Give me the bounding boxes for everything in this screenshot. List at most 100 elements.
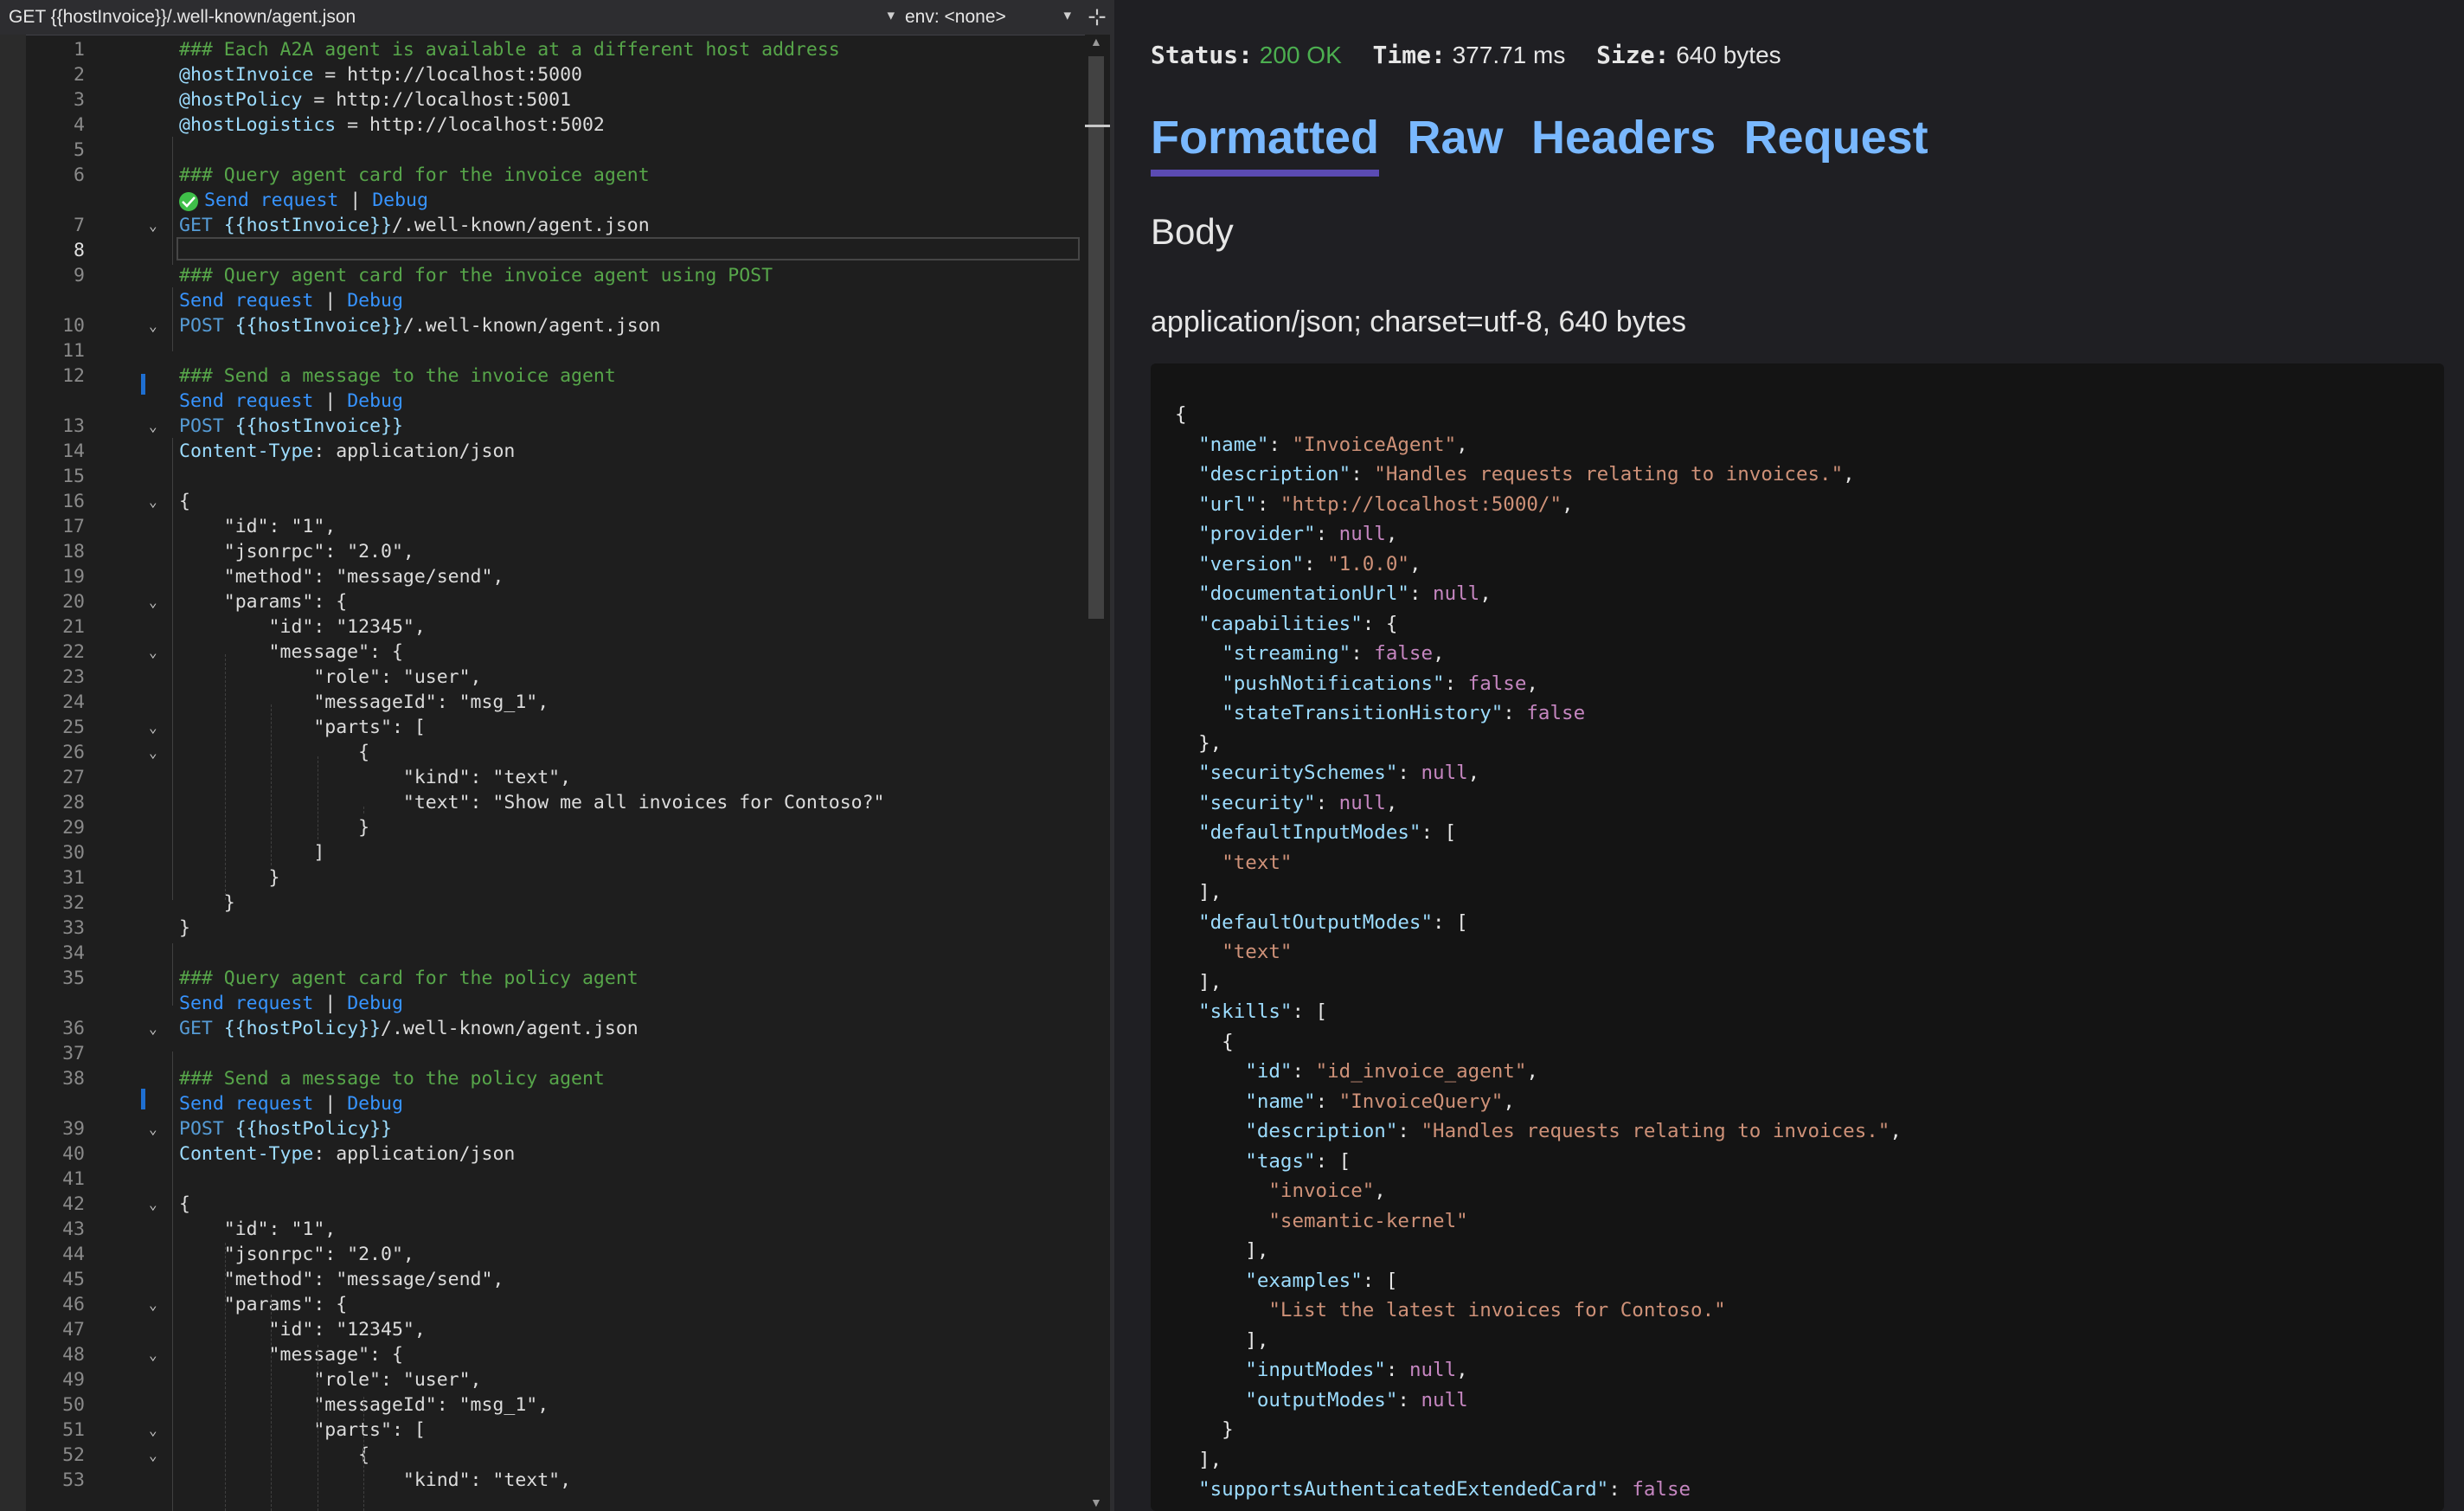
send-request-link[interactable]: Send request xyxy=(179,993,313,1014)
fold-chevron-icon[interactable]: ⌄ xyxy=(149,1443,166,1468)
code-line[interactable]: 51 ⌄ "parts": [ xyxy=(0,1418,1081,1443)
code-line[interactable]: 43 "id": "1", xyxy=(0,1217,1081,1242)
environment-selector[interactable]: env: <none> ▾ xyxy=(905,7,1078,29)
code-line[interactable]: 48 ⌄ "message": { xyxy=(0,1342,1081,1367)
tab-raw[interactable]: Raw xyxy=(1407,107,1503,168)
code-line[interactable]: 26 ⌄ { xyxy=(0,740,1081,765)
code-line[interactable]: 14 Content-Type: application/json xyxy=(0,439,1081,464)
code-line[interactable]: 27 "kind": "text", xyxy=(0,765,1081,790)
code-line[interactable]: 41 xyxy=(0,1167,1081,1192)
code-line[interactable]: 5 xyxy=(0,138,1081,163)
send-request-link[interactable]: Send request xyxy=(179,390,313,412)
code-line[interactable]: 24 "messageId": "msg_1", xyxy=(0,690,1081,715)
fold-chevron-icon[interactable]: ⌄ xyxy=(149,414,166,439)
code-area[interactable]: 1 ### Each A2A agent is available at a di… xyxy=(0,35,1081,1511)
code-line[interactable]: 28 "text": "Show me all invoices for Con… xyxy=(0,790,1081,815)
code-line[interactable]: 40 Content-Type: application/json xyxy=(0,1141,1081,1167)
fold-chevron-icon[interactable]: ⌄ xyxy=(149,589,166,614)
code-line[interactable]: 31 } xyxy=(0,865,1081,891)
code-line[interactable]: 50 "messageId": "msg_1", xyxy=(0,1392,1081,1418)
fold-chevron-icon[interactable]: ⌄ xyxy=(149,640,166,665)
code-line[interactable]: 21 "id": "12345", xyxy=(0,614,1081,640)
fold-chevron-icon[interactable]: ⌄ xyxy=(149,715,166,740)
code-line[interactable]: 17 "id": "1", xyxy=(0,514,1081,539)
code-line[interactable]: 29 } xyxy=(0,815,1081,840)
code-line[interactable]: 3 @hostPolicy = http://localhost:5001 xyxy=(0,87,1081,113)
codelens-row[interactable]: Send request | Debug xyxy=(0,991,1081,1016)
code-line[interactable]: 11 xyxy=(0,338,1081,363)
code-line[interactable]: 16 ⌄ { xyxy=(0,489,1081,514)
code-line[interactable]: 30 ] xyxy=(0,840,1081,865)
indent-guide xyxy=(172,287,173,351)
editor-pane[interactable]: GET {{hostInvoice}}/.well-known/agent.js… xyxy=(0,0,1110,1511)
code-line[interactable]: 49 "role": "user", xyxy=(0,1367,1081,1392)
debug-link[interactable]: Debug xyxy=(347,290,403,312)
debug-link[interactable]: Debug xyxy=(347,390,403,412)
fold-chevron-icon[interactable]: ⌄ xyxy=(149,1292,166,1317)
code-line[interactable]: 12 ### Send a message to the invoice agen… xyxy=(0,363,1081,389)
code-line[interactable]: 42 ⌄ { xyxy=(0,1192,1081,1217)
code-line[interactable]: 36 ⌄ GET {{hostPolicy}}/.well-known/agent.… xyxy=(0,1016,1081,1041)
send-request-link[interactable]: Send request xyxy=(204,190,338,211)
scroll-down-icon[interactable]: ▼ xyxy=(1090,1495,1102,1509)
code-line[interactable]: 46 ⌄ "params": { xyxy=(0,1292,1081,1317)
tab-formatted[interactable]: Formatted xyxy=(1151,107,1380,177)
code-line[interactable]: 52 ⌄ { xyxy=(0,1443,1081,1468)
codelens-row[interactable]: Send request | Debug xyxy=(0,188,1081,213)
code-line[interactable]: 38 ### Send a message to the policy agent xyxy=(0,1066,1081,1091)
send-request-link[interactable]: Send request xyxy=(179,1093,313,1115)
fold-chevron-icon[interactable]: ⌄ xyxy=(149,489,166,514)
split-editor-icon[interactable]: ⊹ xyxy=(1085,3,1109,30)
fold-chevron-icon[interactable]: ⌄ xyxy=(149,740,166,765)
chevron-down-icon[interactable]: ▾ xyxy=(1063,7,1071,24)
send-request-link[interactable]: Send request xyxy=(179,290,313,312)
code-line[interactable]: 13 ⌄ POST {{hostInvoice}} xyxy=(0,414,1081,439)
code-line[interactable]: 19 "method": "message/send", xyxy=(0,564,1081,589)
code-line[interactable]: 7 ⌄ GET {{hostInvoice}}/.well-known/agent.… xyxy=(0,213,1081,238)
code-line[interactable]: 23 "role": "user", xyxy=(0,665,1081,690)
code-line[interactable]: 2 @hostInvoice = http://localhost:5000 xyxy=(0,62,1081,87)
fold-chevron-icon[interactable]: ⌄ xyxy=(149,213,166,238)
code-line[interactable]: 1 ### Each A2A agent is available at a di… xyxy=(0,37,1081,62)
scroll-up-icon[interactable]: ▲ xyxy=(1090,35,1102,48)
json-body-viewer[interactable]: { "name": "InvoiceAgent", "description":… xyxy=(1151,363,2444,1511)
fold-chevron-icon[interactable]: ⌄ xyxy=(149,1418,166,1443)
code-line[interactable]: 20 ⌄ "params": { xyxy=(0,589,1081,614)
fold-chevron-icon[interactable]: ⌄ xyxy=(149,1342,166,1367)
codelens-row[interactable]: Send request | Debug xyxy=(0,288,1081,313)
code-line[interactable]: 8 xyxy=(0,238,1081,263)
codelens-row[interactable]: Send request | Debug xyxy=(0,1091,1081,1116)
code-line[interactable]: 4 @hostLogistics = http://localhost:5002 xyxy=(0,113,1081,138)
debug-link[interactable]: Debug xyxy=(347,1093,403,1115)
chevron-down-icon[interactable]: ▾ xyxy=(887,7,895,24)
fold-chevron-icon[interactable]: ⌄ xyxy=(149,1016,166,1041)
fold-chevron-icon[interactable]: ⌄ xyxy=(149,1192,166,1217)
code-line[interactable]: 47 "id": "12345", xyxy=(0,1317,1081,1342)
tab-request[interactable]: Request xyxy=(1744,107,1928,168)
editor-vertical-scrollbar[interactable]: ▲ ▼ xyxy=(1085,35,1110,1511)
fold-chevron-icon[interactable]: ⌄ xyxy=(149,1116,166,1141)
code-line[interactable]: 33} xyxy=(0,916,1081,941)
code-line[interactable]: 18 "jsonrpc": "2.0", xyxy=(0,539,1081,564)
code-line[interactable]: 53 "kind": "text", xyxy=(0,1468,1081,1493)
code-line[interactable]: 34 xyxy=(0,941,1081,966)
scrollbar-thumb[interactable] xyxy=(1088,56,1104,619)
tab-headers[interactable]: Headers xyxy=(1531,107,1716,168)
debug-link[interactable]: Debug xyxy=(347,993,403,1014)
code-line[interactable]: 6 ### Query agent card for the invoice ag… xyxy=(0,163,1081,188)
code-line[interactable]: 45 "method": "message/send", xyxy=(0,1267,1081,1292)
codelens-row[interactable]: Send request | Debug xyxy=(0,389,1081,414)
fold-chevron-icon[interactable]: ⌄ xyxy=(149,313,166,338)
code-line[interactable]: 35 ### Query agent card for the policy ag… xyxy=(0,966,1081,991)
request-selector[interactable]: GET {{hostInvoice}}/.well-known/agent.js… xyxy=(9,7,900,29)
code-line[interactable]: 44 "jsonrpc": "2.0", xyxy=(0,1242,1081,1267)
code-line[interactable]: 22 ⌄ "message": { xyxy=(0,640,1081,665)
code-line[interactable]: 37 xyxy=(0,1041,1081,1066)
code-line[interactable]: 39 ⌄ POST {{hostPolicy}} xyxy=(0,1116,1081,1141)
code-line[interactable]: 10 ⌄ POST {{hostInvoice}}/.well-known/agen… xyxy=(0,313,1081,338)
debug-link[interactable]: Debug xyxy=(372,190,428,211)
code-line[interactable]: 15 xyxy=(0,464,1081,489)
code-line[interactable]: 9 ### Query agent card for the invoice ag… xyxy=(0,263,1081,288)
code-line[interactable]: 25 ⌄ "parts": [ xyxy=(0,715,1081,740)
code-line[interactable]: 32 } xyxy=(0,891,1081,916)
